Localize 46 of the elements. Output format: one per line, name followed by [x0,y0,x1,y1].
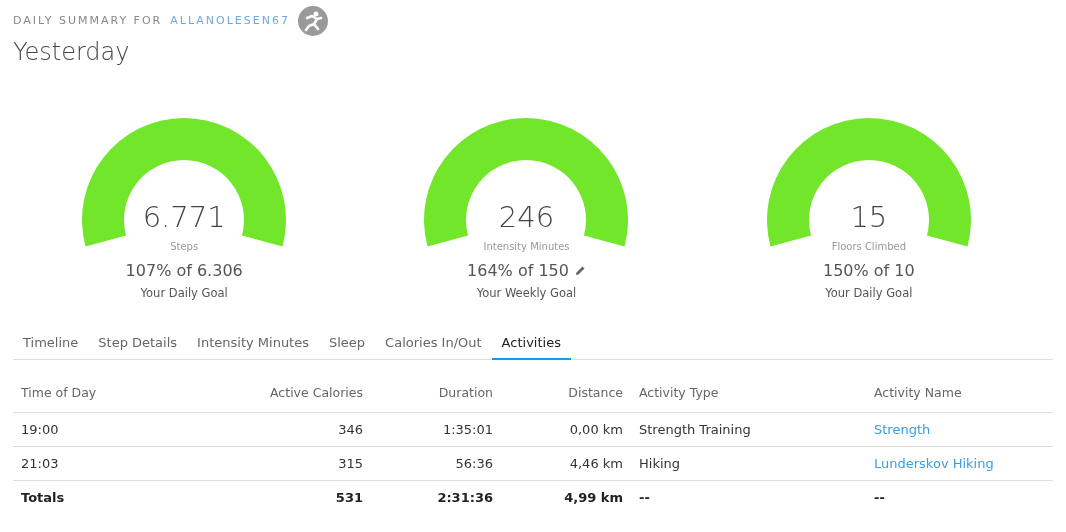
tab[interactable]: Step Details [88,327,188,360]
column-header: Duration [437,384,494,403]
table-cell-text: 346 [337,420,364,439]
gauge-unit: Intensity Minutes [483,241,570,252]
goal-progress: 107% of 6.306 [125,260,243,282]
goal-label: Your Daily Goal [825,285,913,302]
gauge-unit: Floors Climbed [831,241,907,252]
column-header: Distance [567,384,624,403]
goal-label: Your Weekly Goal [476,285,577,302]
column-header: Activity Name [873,384,963,403]
table-cell-text: 19:00 [20,420,60,439]
total-cell-text: -- [638,489,651,508]
table-cell-text: 1:35:01 [441,420,494,439]
tab[interactable]: Sleep [319,327,376,360]
page-title: Yesterday [13,37,131,67]
table-cell-text: 56:36 [454,454,494,473]
tab[interactable]: Intensity Minutes [187,327,319,360]
table-cell-text: Hiking [638,454,682,473]
total-cell-text: 2:31:36 [436,489,494,508]
runner-icon [297,6,328,36]
edit-icon[interactable] [573,265,586,277]
gauge-value: 15 [850,200,888,234]
total-cell-text: 531 [334,489,364,508]
goal-label: Your Daily Goal [140,285,228,302]
table-cell-text: 21:03 [20,454,60,473]
tab[interactable]: Calories In/Out [375,327,492,360]
gauge-unit: Steps [170,241,199,252]
total-cell-text: 4,99 km [563,489,624,508]
table-cell-text: Strength Training [638,420,752,439]
summary-label: DAILY SUMMARY FOR [13,12,163,29]
tab[interactable]: Timeline [13,327,89,360]
column-header: Activity Type [638,384,720,403]
activity-link[interactable]: Strength [874,421,931,437]
table-cell-text: 0,00 km [568,420,624,439]
column-header: Time of Day [20,384,98,403]
gauge-value: 246 [498,200,555,234]
column-header: Active Calories [269,384,364,403]
table-cell-text: 4,46 km [568,454,624,473]
activity-link[interactable]: Lunderskov Hiking [874,455,994,471]
table-cell-text: 315 [337,454,364,473]
goal-progress: 150% of 10 [822,260,915,282]
total-cell-text: -- [873,489,886,508]
gauge-value: 6.771 [142,200,226,234]
total-cell-text: Totals [20,489,66,508]
tab[interactable]: Activities [491,327,571,360]
goal-progress: 164% of 150 [467,260,569,282]
